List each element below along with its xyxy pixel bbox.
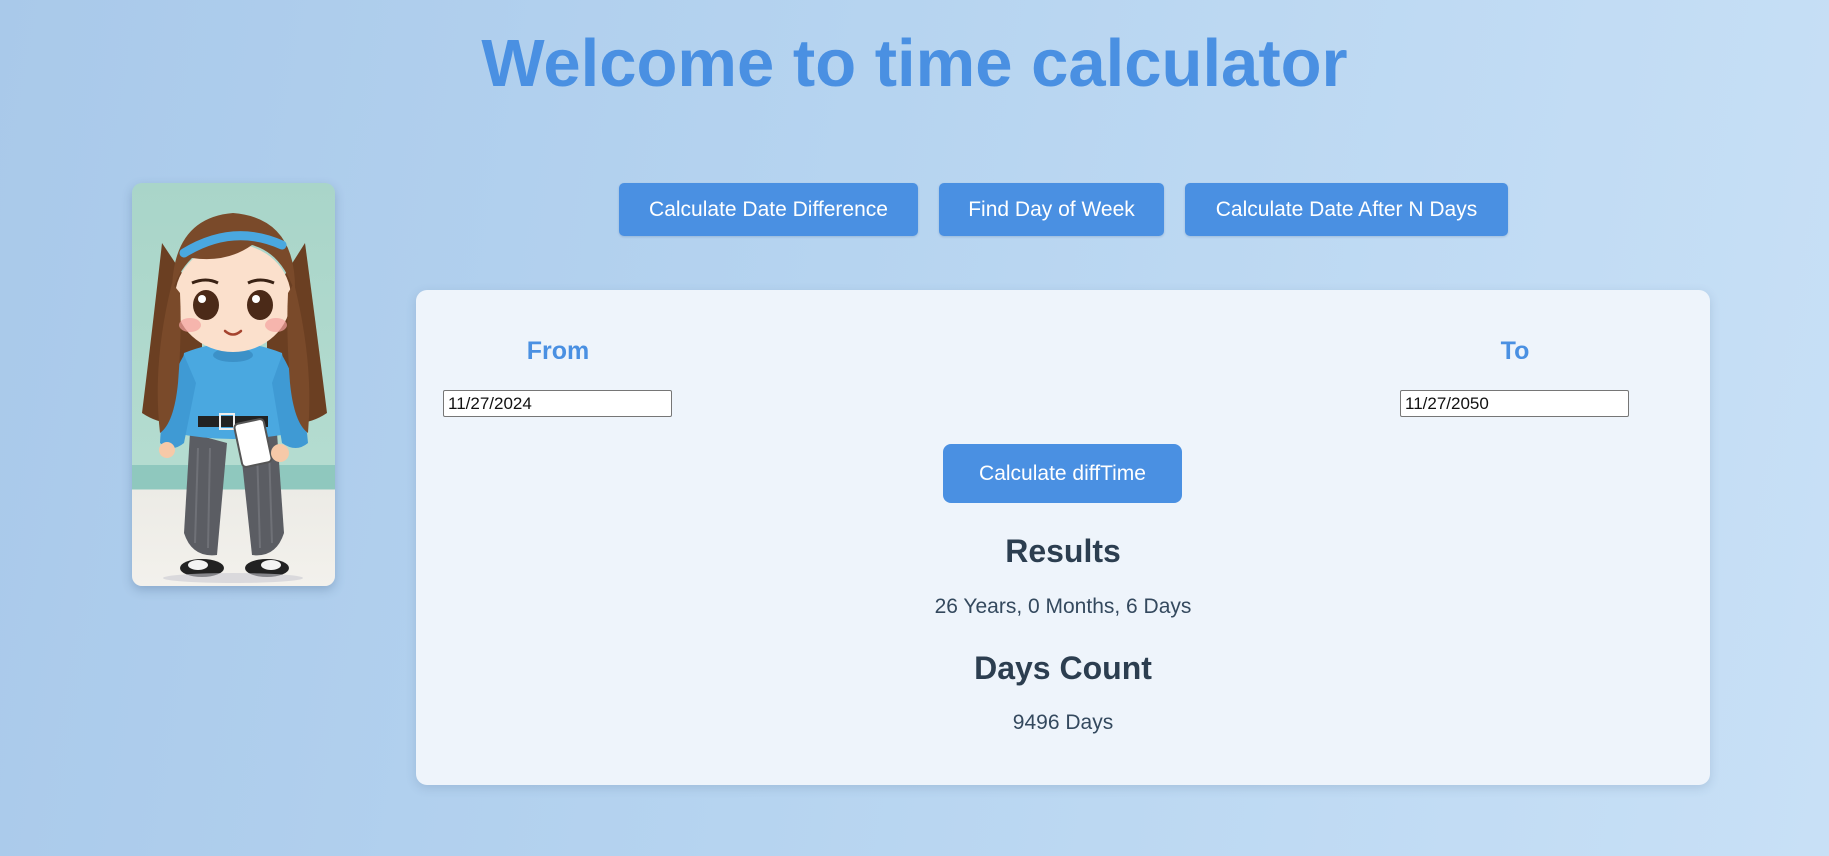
from-label: From — [526, 337, 590, 365]
calculate-date-difference-button[interactable]: Calculate Date Difference — [619, 183, 918, 236]
to-label: To — [1500, 337, 1530, 365]
days-count-value: 9496 Days — [1012, 711, 1114, 734]
to-date-input[interactable] — [1400, 390, 1629, 417]
page-title: Welcome to time calculator — [481, 26, 1348, 101]
calculate-date-after-n-days-button[interactable]: Calculate Date After N Days — [1185, 183, 1508, 236]
calculator-card: From To Calculate diffTime Results 26 Ye… — [416, 290, 1710, 785]
from-date-input[interactable] — [443, 390, 672, 417]
results-heading: Results — [1005, 533, 1121, 569]
days-count-heading: Days Count — [974, 650, 1152, 686]
calculate-difftime-button[interactable]: Calculate diffTime — [943, 444, 1182, 503]
results-value: 26 Years, 0 Months, 6 Days — [934, 595, 1192, 618]
character-illustration — [132, 183, 335, 586]
find-day-of-week-button[interactable]: Find Day of Week — [939, 183, 1164, 236]
mode-tabs: Calculate Date Difference Find Day of We… — [619, 183, 1508, 236]
